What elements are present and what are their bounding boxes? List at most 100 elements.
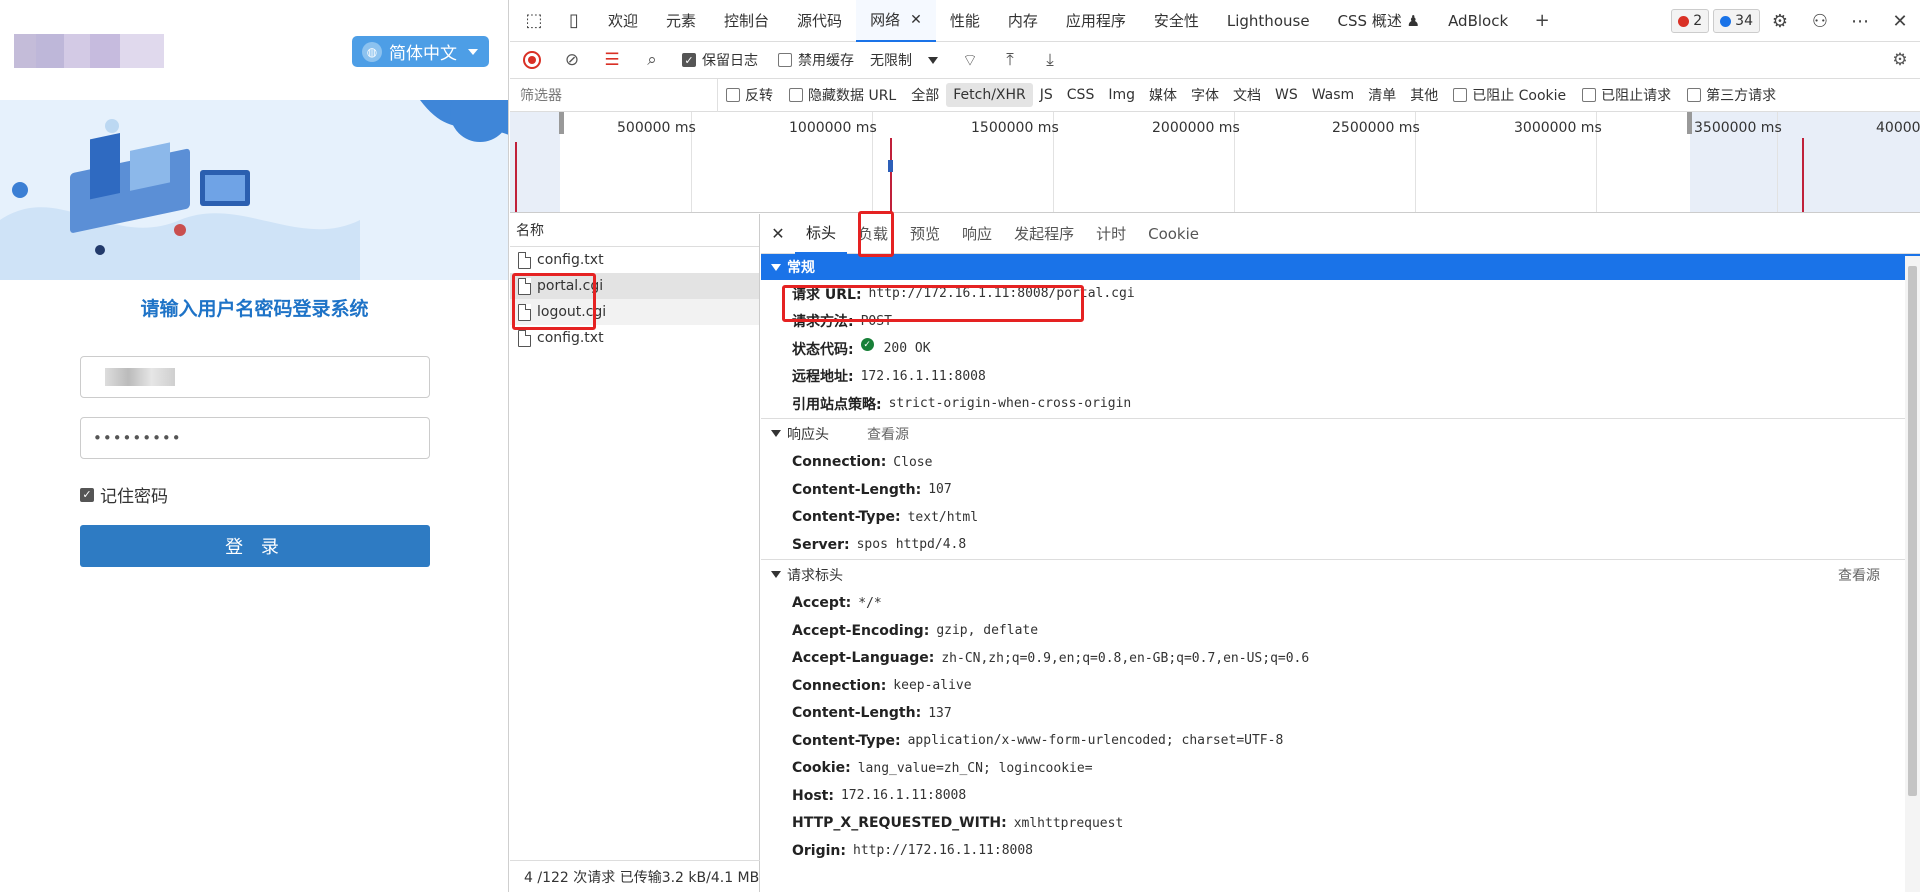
settings-gear-icon[interactable]: ⚙ [1760, 0, 1800, 42]
password-input[interactable]: ••••••••• [80, 417, 430, 459]
blocked-requests-toggle[interactable]: 已阻止请求 [1574, 85, 1679, 105]
tab-security[interactable]: 安全性 [1140, 0, 1213, 42]
request-row[interactable]: config.txt [510, 325, 759, 351]
view-source-link[interactable]: 查看源 [1838, 565, 1880, 585]
timeline-handle-right[interactable] [1687, 112, 1692, 134]
third-party-checkbox[interactable] [1687, 88, 1702, 102]
close-icon[interactable]: ✕ [910, 12, 922, 28]
third-party-label: 第三方请求 [1706, 88, 1777, 104]
remember-password[interactable]: ✓ 记住密码 [80, 482, 168, 507]
record-button[interactable] [512, 42, 552, 79]
tab-response[interactable]: 响应 [951, 214, 1003, 254]
filter-type-js[interactable]: JS [1033, 83, 1060, 107]
tab-sources[interactable]: 源代码 [783, 0, 856, 42]
filter-input[interactable]: 筛选器 [510, 78, 718, 112]
invert-toggle[interactable]: 反转 [718, 85, 781, 105]
username-input[interactable] [80, 356, 430, 398]
request-row[interactable]: portal.cgi [510, 273, 759, 299]
blocked-requests-checkbox[interactable] [1582, 88, 1597, 102]
request-row[interactable]: config.txt [510, 247, 759, 273]
preserve-log-toggle[interactable]: ✓ 保留日志 [682, 50, 758, 70]
filter-type-font[interactable]: 字体 [1184, 83, 1226, 107]
hide-data-urls-label: 隐藏数据 URL [808, 88, 897, 104]
disable-cache-toggle[interactable]: 禁用缓存 [778, 50, 854, 70]
tab-preview[interactable]: 预览 [899, 214, 951, 254]
filter-type-doc[interactable]: 文档 [1226, 83, 1268, 107]
header-key: 请求方法: [792, 314, 854, 331]
tab-performance[interactable]: 性能 [936, 0, 994, 42]
request-name: config.txt [537, 252, 604, 268]
tab-elements[interactable]: 元素 [652, 0, 710, 42]
export-har-icon[interactable]: ⤓ [1030, 42, 1070, 79]
tab-network[interactable]: 网络 ✕ [856, 0, 936, 42]
header-row: Cookie: lang_value=zh_CN; logincookie= [761, 755, 1920, 783]
invert-checkbox[interactable] [726, 88, 740, 102]
header-value: zh-CN,zh;q=0.9,en;q=0.8,en-GB;q=0.7,en-U… [941, 650, 1310, 666]
response-headers-section-header[interactable]: 响应头 查看源 [761, 419, 1920, 449]
filter-type-media[interactable]: 媒体 [1142, 83, 1184, 107]
filter-type-ws[interactable]: WS [1268, 83, 1305, 107]
request-headers-section-header[interactable]: 请求标头 查看源 [761, 560, 1920, 590]
filter-type-css[interactable]: CSS [1060, 83, 1102, 107]
filter-type-manifest[interactable]: 清单 [1361, 83, 1403, 107]
language-dropdown[interactable]: ◍ 简体中文 [352, 36, 489, 67]
more-options-icon[interactable]: ⋯ [1840, 0, 1880, 42]
device-toolbar-icon[interactable]: ▯ [554, 0, 594, 42]
network-settings-icon[interactable]: ⚙ [1880, 42, 1920, 79]
tab-css-overview[interactable]: CSS 概述 ♟ [1324, 0, 1435, 42]
login-button[interactable]: 登 录 [80, 525, 430, 567]
filter-icon[interactable]: ☰ [592, 42, 632, 79]
tab-console[interactable]: 控制台 [710, 0, 783, 42]
close-devtools-icon[interactable]: ✕ [1880, 0, 1920, 42]
disable-cache-checkbox[interactable] [778, 53, 792, 67]
remember-checkbox[interactable]: ✓ [80, 487, 94, 502]
blocked-cookies-checkbox[interactable] [1453, 88, 1468, 102]
general-section-header[interactable]: 常规 [761, 254, 1920, 280]
tab-application[interactable]: 应用程序 [1052, 0, 1140, 42]
throttling-select[interactable]: 无限制 [870, 50, 938, 70]
section-title: 常规 [787, 260, 815, 276]
scrollbar-thumb[interactable] [1908, 266, 1917, 796]
third-party-toggle[interactable]: 第三方请求 [1679, 85, 1784, 105]
header-row: Connection: keep-alive [761, 672, 1920, 700]
request-row[interactable]: logout.cgi [510, 299, 759, 325]
filter-type-other[interactable]: 其他 [1403, 83, 1445, 107]
tab-cookies[interactable]: Cookie [1137, 214, 1210, 254]
filter-type-fetch-xhr[interactable]: Fetch/XHR [946, 83, 1033, 107]
view-source-link[interactable]: 查看源 [867, 424, 909, 444]
blocked-cookies-toggle[interactable]: 已阻止 Cookie [1445, 85, 1574, 105]
error-count-badge[interactable]: 2 [1671, 9, 1710, 33]
tab-headers[interactable]: 标头 [795, 214, 848, 254]
tab-welcome[interactable]: 欢迎 [594, 0, 652, 42]
network-overview-timeline[interactable]: 500000 ms 1000000 ms 1500000 ms 2000000 … [510, 112, 1920, 213]
search-icon[interactable]: ⌕ [632, 42, 672, 79]
detail-scrollbar[interactable] [1905, 256, 1920, 892]
tab-lighthouse[interactable]: Lighthouse [1213, 0, 1324, 42]
feedback-icon[interactable]: ⚇ [1800, 0, 1840, 42]
tab-initiator[interactable]: 发起程序 [1003, 214, 1085, 254]
header-key: HTTP_X_REQUESTED_WITH: [792, 815, 1007, 832]
filter-type-all[interactable]: 全部 [904, 83, 946, 107]
inspect-icon[interactable]: ⬚ [514, 0, 554, 42]
more-tools-plus-icon[interactable]: + [1522, 0, 1562, 42]
filter-type-img[interactable]: Img [1101, 83, 1142, 107]
import-har-icon[interactable]: ⤒ [990, 42, 1030, 79]
header-key: Content-Length: [792, 705, 922, 722]
hide-data-urls-toggle[interactable]: 隐藏数据 URL [781, 85, 904, 105]
request-list: 名称 config.txt portal.cgi logout.cgi conf… [510, 214, 760, 892]
tab-payload[interactable]: 负载 [847, 214, 899, 254]
timeline-load-marker [1802, 138, 1804, 212]
section-title: 响应头 [787, 426, 829, 443]
tab-adblock[interactable]: AdBlock [1434, 0, 1522, 42]
preserve-log-checkbox[interactable]: ✓ [682, 53, 696, 67]
network-conditions-icon[interactable]: ⌔ [950, 42, 990, 79]
filter-type-wasm[interactable]: Wasm [1305, 83, 1361, 107]
tab-timing[interactable]: 计时 [1085, 214, 1137, 254]
name-column-header[interactable]: 名称 [510, 214, 759, 247]
tab-memory[interactable]: 内存 [994, 0, 1052, 42]
timeline-handle-left[interactable] [559, 112, 564, 134]
message-count-badge[interactable]: 34 [1713, 9, 1760, 33]
clear-icon[interactable]: ⊘ [552, 42, 592, 79]
hide-data-urls-checkbox[interactable] [789, 88, 803, 102]
close-detail-icon[interactable]: ✕ [761, 224, 795, 243]
